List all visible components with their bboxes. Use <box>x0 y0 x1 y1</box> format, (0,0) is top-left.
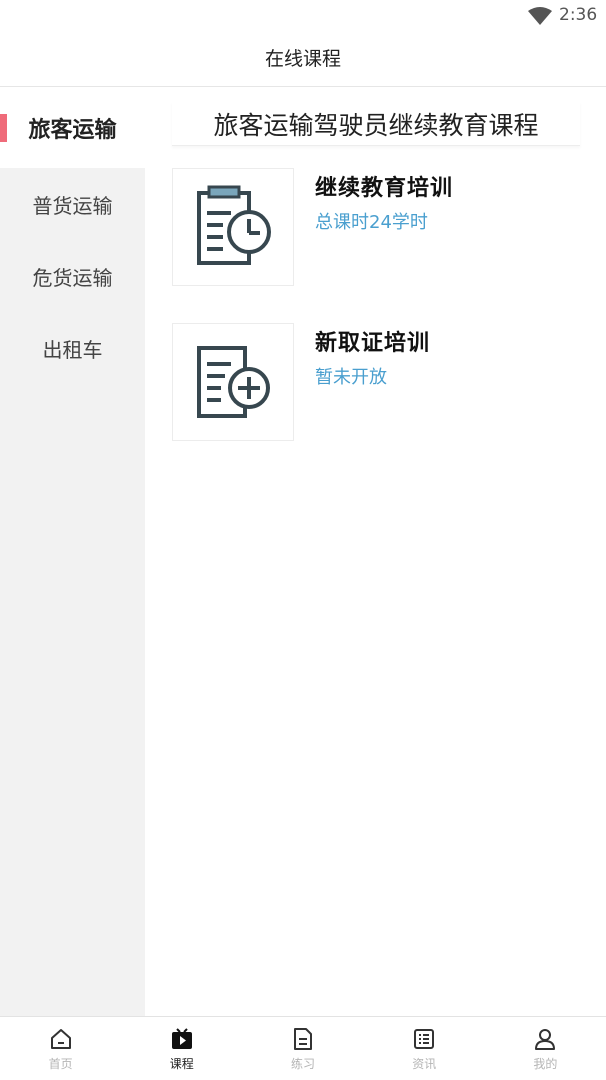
section-title: 旅客运输驾驶员继续教育课程 <box>172 102 580 146</box>
course-subtitle: 总课时24学时 <box>315 212 428 233</box>
home-icon <box>50 1029 71 1049</box>
app-header: 在线课程 <box>0 32 606 87</box>
tab-home[interactable]: 首页 <box>0 1017 121 1080</box>
course-subtitle: 暂未开放 <box>315 367 387 388</box>
document-icon <box>294 1028 312 1050</box>
document-plus-icon <box>197 346 270 418</box>
course-content: 旅客运输驾驶员继续教育课程 继续教育培训 总课时24学时 新取证培训 暂未开放 <box>145 88 606 1016</box>
tab-courses[interactable]: 课程 <box>121 1017 242 1080</box>
sidebar-item-label: 出租车 <box>42 337 103 362</box>
sidebar-item-general-freight[interactable]: 普货运输 <box>0 168 145 240</box>
course-name: 继续教育培训 <box>315 176 454 201</box>
wifi-icon <box>528 7 552 25</box>
course-thumbnail <box>172 323 294 441</box>
tab-label: 课程 <box>169 1057 194 1071</box>
sidebar-item-label: 危货运输 <box>32 265 113 290</box>
tab-label: 我的 <box>533 1057 558 1071</box>
course-card-continuing-education[interactable]: 继续教育培训 总课时24学时 <box>172 168 592 286</box>
sidebar-item-label: 普货运输 <box>32 193 113 218</box>
clipboard-clock-icon <box>197 185 271 265</box>
user-icon <box>535 1029 556 1050</box>
active-indicator <box>0 114 7 142</box>
tab-practice[interactable]: 练习 <box>242 1017 363 1080</box>
tab-news[interactable]: 资讯 <box>364 1017 485 1080</box>
tab-label: 资讯 <box>412 1057 437 1071</box>
sidebar-item-hazardous-freight[interactable]: 危货运输 <box>0 240 145 312</box>
tab-profile[interactable]: 我的 <box>485 1017 606 1080</box>
page-title: 在线课程 <box>264 47 341 70</box>
course-card-new-certificate[interactable]: 新取证培训 暂未开放 <box>172 323 592 441</box>
sidebar-item-taxi[interactable]: 出租车 <box>0 312 145 384</box>
course-thumbnail <box>172 168 294 286</box>
tab-label: 首页 <box>48 1057 73 1071</box>
tab-label: 练习 <box>291 1057 316 1071</box>
course-name: 新取证培训 <box>315 331 431 356</box>
list-icon <box>414 1029 435 1049</box>
sidebar-item-passenger-transport[interactable]: 旅客运输 <box>0 88 145 168</box>
status-time: 2:36 <box>559 5 598 25</box>
status-bar: 2:36 <box>0 0 606 32</box>
play-video-icon <box>171 1028 192 1049</box>
bottom-tab-bar: 首页 课程 练习 资讯 我的 <box>0 1016 606 1080</box>
sidebar-item-label: 旅客运输 <box>28 118 117 143</box>
category-sidebar: 旅客运输 普货运输 危货运输 出租车 <box>0 88 145 1016</box>
